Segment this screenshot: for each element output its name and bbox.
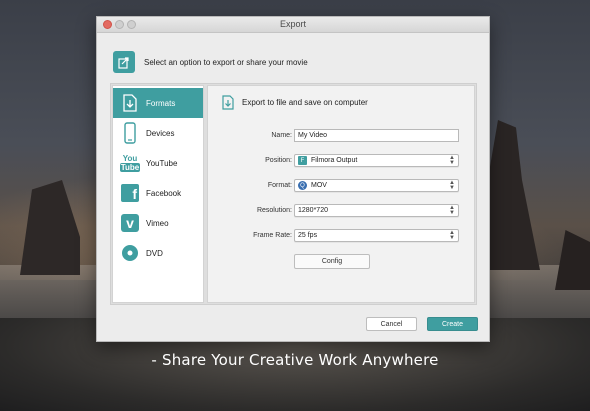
content-heading: Export to file and save on computer bbox=[222, 95, 368, 110]
frame-rate-label: Frame Rate: bbox=[253, 232, 292, 239]
document-download-icon bbox=[118, 91, 142, 115]
sidebar-item-devices[interactable]: Devices bbox=[113, 118, 203, 148]
config-button[interactable]: Config bbox=[294, 254, 370, 269]
resolution-select[interactable]: 1280*720 ▲ ▼ bbox=[294, 204, 459, 217]
phone-icon bbox=[118, 121, 142, 145]
sidebar-item-youtube[interactable]: You Tube YouTube bbox=[113, 148, 203, 178]
cancel-button[interactable]: Cancel bbox=[366, 317, 417, 331]
sidebar-item-label: DVD bbox=[146, 248, 163, 258]
sidebar-item-label: YouTube bbox=[146, 158, 178, 168]
frame-rate-select[interactable]: 25 fps ▲ ▼ bbox=[294, 229, 459, 242]
name-label: Name: bbox=[271, 132, 292, 139]
quicktime-icon: Q bbox=[298, 181, 307, 190]
content-heading-text: Export to file and save on computer bbox=[242, 98, 368, 107]
position-label: Position: bbox=[265, 157, 292, 164]
document-download-icon bbox=[222, 95, 234, 110]
header-text: Select an option to export or share your… bbox=[144, 57, 308, 67]
filmora-folder-icon: F bbox=[298, 156, 307, 165]
sidebar-item-label: Facebook bbox=[146, 188, 182, 198]
select-arrows-icon: ▲ ▼ bbox=[449, 230, 455, 241]
sidebar-item-label: Formats bbox=[146, 98, 176, 108]
export-panel: Formats Devices You Tube YouTube f Faceb… bbox=[110, 83, 477, 305]
sidebar-item-dvd[interactable]: DVD bbox=[113, 238, 203, 268]
promo-caption: - Share Your Creative Work Anywhere bbox=[151, 351, 439, 369]
select-arrows-icon: ▲ ▼ bbox=[449, 180, 455, 191]
sidebar-item-vimeo[interactable]: v Vimeo bbox=[113, 208, 203, 238]
create-button[interactable]: Create bbox=[427, 317, 478, 331]
export-share-icon bbox=[113, 51, 135, 73]
sidebar-item-label: Vimeo bbox=[146, 218, 169, 228]
sidebar-item-label: Devices bbox=[146, 128, 175, 138]
format-label: Format: bbox=[267, 182, 292, 189]
export-settings: Export to file and save on computer Name… bbox=[207, 85, 475, 303]
export-header: Select an option to export or share your… bbox=[113, 51, 308, 73]
select-arrows-icon: ▲ ▼ bbox=[449, 155, 455, 166]
select-arrows-icon: ▲ ▼ bbox=[449, 205, 455, 216]
name-field[interactable]: My Video bbox=[294, 129, 459, 142]
window-title: Export bbox=[279, 19, 306, 29]
export-destination-sidebar: Formats Devices You Tube YouTube f Faceb… bbox=[112, 85, 204, 303]
facebook-icon: f bbox=[118, 181, 142, 205]
format-select[interactable]: Q MOV ▲ ▼ bbox=[294, 179, 459, 192]
resolution-label: Resolution: bbox=[256, 207, 292, 214]
disc-icon bbox=[118, 241, 142, 265]
vimeo-icon: v bbox=[118, 211, 142, 235]
youtube-icon: You Tube bbox=[119, 154, 141, 172]
sidebar-item-facebook[interactable]: f Facebook bbox=[113, 178, 203, 208]
position-select[interactable]: F Filmora Output ▲ ▼ bbox=[294, 154, 459, 167]
sidebar-item-formats[interactable]: Formats bbox=[113, 88, 203, 118]
export-window: Export Select an option to export or sha… bbox=[96, 16, 490, 342]
title-bar[interactable]: Export bbox=[97, 17, 489, 33]
